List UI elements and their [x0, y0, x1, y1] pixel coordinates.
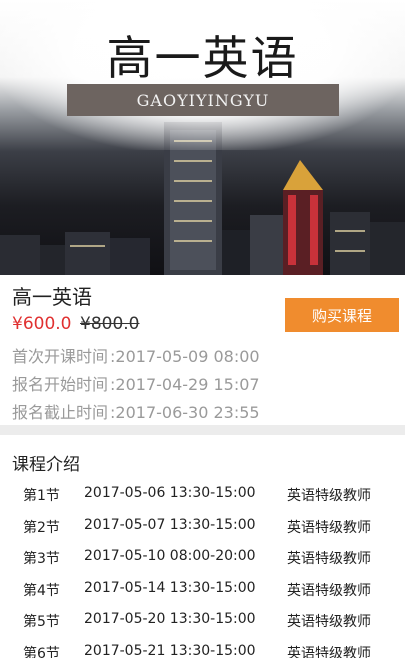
meta-label: 报名开始时间 — [12, 375, 109, 394]
lesson-number: 第5节 — [23, 614, 60, 630]
lesson-row[interactable]: 第3节 2017-05-10 08:00-20:00 英语特级教师 — [0, 541, 405, 573]
lesson-number: 第1节 — [23, 488, 60, 504]
current-price: ¥600.0 — [12, 314, 72, 334]
lesson-row[interactable]: 第4节 2017-05-14 13:30-15:00 英语特级教师 — [0, 573, 405, 605]
lesson-teacher: 英语特级教师 — [287, 551, 371, 567]
banner-subtitle-plate: GAOYIYINGYU — [67, 84, 339, 116]
original-price: ¥800.0 — [80, 314, 140, 334]
meta-value: :2017-05-09 08:00 — [110, 347, 260, 366]
signup-start-time: 报名开始时间:2017-04-29 15:07 — [12, 371, 260, 395]
lesson-row[interactable]: 第2节 2017-05-07 13:30-15:00 英语特级教师 — [0, 510, 405, 542]
course-banner: 高一英语 GAOYIYINGYU — [0, 0, 405, 275]
meta-label: 报名截止时间 — [12, 403, 109, 422]
first-class-time: 首次开课时间:2017-05-09 08:00 — [12, 343, 260, 367]
lesson-number: 第6节 — [23, 645, 60, 658]
lesson-row[interactable]: 第6节 2017-05-21 13:30-15:00 英语特级教师 — [0, 636, 405, 658]
lesson-time: 2017-05-14 13:30-15:00 — [84, 579, 256, 596]
lesson-teacher: 英语特级教师 — [287, 488, 371, 504]
lesson-time: 2017-05-07 13:30-15:00 — [84, 516, 256, 533]
lesson-teacher: 英语特级教师 — [287, 582, 371, 599]
banner-subtitle: GAOYIYINGYU — [136, 90, 270, 110]
buy-course-button[interactable]: 购买课程 — [285, 298, 399, 332]
lesson-row[interactable]: 第5节 2017-05-20 13:30-15:00 英语特级教师 — [0, 604, 405, 636]
lesson-time: 2017-05-20 13:30-15:00 — [84, 611, 256, 627]
lesson-list: 第1节 2017-05-06 13:30-15:00 英语特级教师 第2节 20… — [0, 478, 405, 658]
signup-end-time: 报名截止时间:2017-06-30 23:55 — [12, 399, 260, 423]
section-divider — [0, 425, 405, 435]
lesson-teacher: 英语特级教师 — [287, 614, 371, 630]
meta-value: :2017-06-30 23:55 — [110, 403, 260, 422]
meta-label: 首次开课时间 — [12, 347, 109, 366]
meta-value: :2017-04-29 15:07 — [110, 375, 260, 394]
lesson-number: 第3节 — [23, 551, 60, 567]
lesson-teacher: 英语特级教师 — [287, 519, 371, 536]
lesson-row[interactable]: 第1节 2017-05-06 13:30-15:00 英语特级教师 — [0, 478, 405, 510]
course-intro-title: 课程介绍 — [12, 455, 80, 475]
lesson-number: 第2节 — [23, 519, 60, 536]
lesson-time: 2017-05-21 13:30-15:00 — [84, 642, 256, 658]
banner-title: 高一英语 — [106, 31, 299, 85]
lesson-time: 2017-05-10 08:00-20:00 — [84, 548, 256, 564]
lesson-teacher: 英语特级教师 — [287, 645, 371, 658]
lesson-number: 第4节 — [23, 582, 60, 599]
lesson-time: 2017-05-06 13:30-15:00 — [84, 485, 256, 501]
course-title: 高一英语 — [12, 285, 92, 309]
